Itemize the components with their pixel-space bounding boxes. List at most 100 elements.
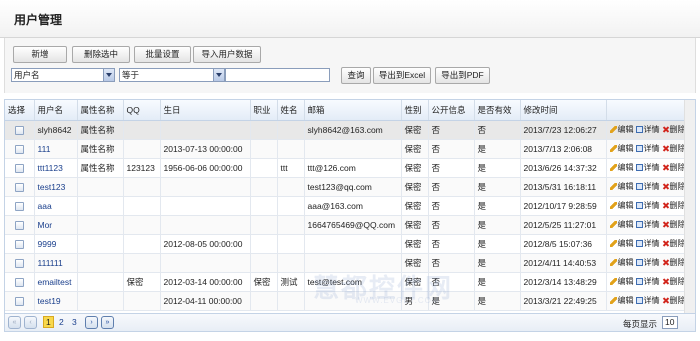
query-button[interactable]: 查询 [341,67,371,84]
table-row[interactable]: 111111 保密否是 2012/4/11 14:40:53 编辑 详情 删除 [5,253,695,273]
delete-link[interactable]: 删除 [662,276,686,287]
cell-username[interactable]: 111111 [34,253,78,273]
page-number-current[interactable]: 1 [43,316,54,328]
delete-selected-button[interactable]: 删除选中 [72,46,130,63]
detail-link[interactable]: 详情 [635,295,660,306]
delete-link[interactable]: 删除 [662,238,686,249]
cell-username[interactable]: Mor [34,215,78,235]
row-checkbox[interactable] [14,296,24,306]
row-checkbox[interactable] [14,201,24,211]
cell-username[interactable]: emailtest [34,272,78,292]
col-header-modified-time[interactable]: 修改时间 [520,100,607,121]
cell-email: ttt@126.com [304,158,402,178]
detail-link[interactable]: 详情 [635,124,660,135]
detail-link[interactable]: 详情 [635,238,660,249]
row-checkbox[interactable] [14,277,24,287]
next-page-button[interactable]: › [85,316,98,329]
search-value-input[interactable] [225,68,330,82]
cell-attribute: 属性名称 [77,120,124,140]
edit-link[interactable]: 编辑 [609,143,634,154]
add-button[interactable]: 新增 [13,46,67,63]
edit-link[interactable]: 编辑 [609,295,634,306]
detail-link[interactable]: 详情 [635,276,660,287]
table-row[interactable]: aaa aaa@163.com 保密否是 2012/10/17 9:28:59 编辑 详情… [5,196,695,216]
row-checkbox[interactable] [14,163,24,173]
field-select[interactable]: 用户名 [11,68,115,82]
delete-link[interactable]: 删除 [662,200,686,211]
cell-username[interactable]: 111 [34,139,78,159]
col-header-select[interactable]: 选择 [5,100,35,121]
cell-username[interactable]: slyh8642 [34,120,78,140]
delete-link[interactable]: 删除 [662,162,686,173]
import-users-button[interactable]: 导入用户数据 [193,46,261,63]
table-row[interactable]: slyh8642 属性名称 slyh8642@163.com 保密否否 2013/7/2… [5,120,695,140]
table-row[interactable]: test19 2012-04-11 00:00:00 男是是 2013/3/21 22… [5,291,695,311]
batch-settings-button[interactable]: 批量设置 [134,46,191,63]
col-header-email[interactable]: 邮箱 [304,100,402,121]
cell-modified-time: 2013/5/31 16:18:11 [520,177,607,197]
table-row[interactable]: Mor 1664765469@QQ.com 保密否是 2012/5/25 11:27:… [5,215,695,235]
page-size-input[interactable]: 10 [662,316,678,329]
chevron-down-icon [213,69,224,81]
cell-username[interactable]: 9999 [34,234,78,254]
col-header-username[interactable]: 用户名 [34,100,78,121]
user-table: 选择 用户名 属性名称 QQ 生日 职业 姓名 邮箱 性别 公开信息 是否有效 … [4,99,696,314]
page-number[interactable]: 3 [72,317,77,327]
row-checkbox[interactable] [14,144,24,154]
edit-link[interactable]: 编辑 [609,181,634,192]
prev-page-button[interactable]: ‹ [24,316,37,329]
page-number[interactable]: 2 [59,317,64,327]
col-header-public-info[interactable]: 公开信息 [428,100,475,121]
cell-username[interactable]: test123 [34,177,78,197]
row-checkbox[interactable] [14,220,24,230]
col-header-birthday[interactable]: 生日 [160,100,251,121]
cell-qq: 保密 [123,272,161,292]
table-row[interactable]: ttt1123 属性名称 123123 1956-06-06 00:00:00 ttt t… [5,158,695,178]
title-bar: 用户管理 [0,0,700,38]
table-row[interactable]: 9999 2012-08-05 00:00:00 保密否是 2012/8/5 15:0… [5,234,695,254]
first-page-button[interactable]: « [8,316,21,329]
col-header-valid[interactable]: 是否有效 [474,100,521,121]
export-excel-button[interactable]: 导出到Excel [373,67,431,84]
delete-link[interactable]: 删除 [662,181,686,192]
delete-link[interactable]: 删除 [662,257,686,268]
detail-link[interactable]: 详情 [635,219,660,230]
edit-link[interactable]: 编辑 [609,124,634,135]
delete-link[interactable]: 删除 [662,295,686,306]
cell-modified-time: 2012/3/14 13:48:29 [520,272,607,292]
col-header-qq[interactable]: QQ [123,100,161,121]
row-checkbox[interactable] [14,239,24,249]
col-header-occupation[interactable]: 职业 [250,100,278,121]
edit-link[interactable]: 编辑 [609,162,634,173]
cell-username[interactable]: ttt1123 [34,158,78,178]
edit-link[interactable]: 编辑 [609,257,634,268]
table-row[interactable]: emailtest 保密 2012-03-14 00:00:00 保密 测试 test@t… [5,272,695,292]
row-checkbox[interactable] [14,258,24,268]
col-header-attribute[interactable]: 属性名称 [77,100,124,121]
cell-username[interactable]: aaa [34,196,78,216]
row-checkbox[interactable] [14,125,24,135]
edit-link[interactable]: 编辑 [609,219,634,230]
detail-link[interactable]: 详情 [635,200,660,211]
edit-link[interactable]: 编辑 [609,276,634,287]
edit-link[interactable]: 编辑 [609,238,634,249]
last-page-button[interactable]: » [101,316,114,329]
delete-link[interactable]: 删除 [662,143,686,154]
export-pdf-button[interactable]: 导出到PDF [435,67,490,84]
col-header-gender[interactable]: 性别 [401,100,429,121]
table-row[interactable]: test123 test123@qq.com 保密否是 2013/5/31 16:18… [5,177,695,197]
cell-public-info: 是 [428,291,475,311]
col-header-name[interactable]: 姓名 [277,100,305,121]
delete-link[interactable]: 删除 [662,219,686,230]
detail-link[interactable]: 详情 [635,162,660,173]
delete-link[interactable]: 删除 [662,124,686,135]
cell-username[interactable]: test19 [34,291,78,311]
row-checkbox[interactable] [14,182,24,192]
detail-link[interactable]: 详情 [635,181,660,192]
vertical-scrollbar[interactable] [684,100,695,313]
detail-link[interactable]: 详情 [635,143,660,154]
detail-link[interactable]: 详情 [635,257,660,268]
edit-link[interactable]: 编辑 [609,200,634,211]
operator-select[interactable]: 等于 [119,68,225,82]
table-row[interactable]: 111 属性名称 2013-07-13 00:00:00 保密否是 2013/7/13 … [5,139,695,159]
